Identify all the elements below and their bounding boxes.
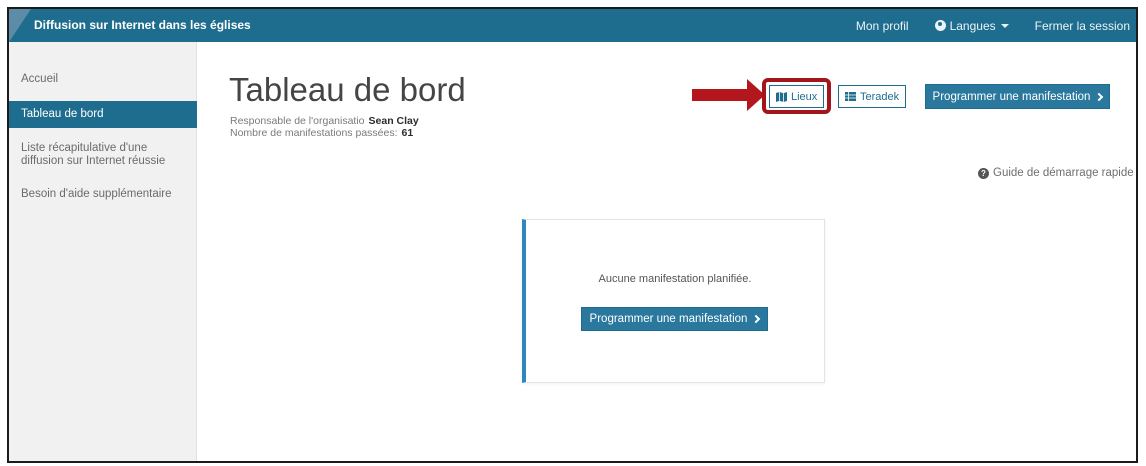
- top-navbar: Diffusion sur Internet dans les églises …: [9, 9, 1136, 42]
- teradek-label: Teradek: [860, 90, 900, 103]
- sidebar-item-dashboard[interactable]: Tableau de bord: [9, 101, 197, 128]
- brand-title[interactable]: Diffusion sur Internet dans les églises: [34, 18, 251, 32]
- grid-icon: [845, 92, 856, 101]
- page-title: Tableau de bord: [229, 71, 466, 108]
- quick-start-guide-label: Guide de démarrage rapide: [993, 167, 1134, 179]
- globe-icon: [934, 20, 946, 31]
- past-events-count: 61: [401, 127, 414, 139]
- lieux-label: Lieux: [791, 90, 818, 103]
- sidebar-item-accueil[interactable]: Accueil: [9, 73, 197, 86]
- quick-start-guide-link[interactable]: ? Guide de démarrage rapide: [978, 167, 1134, 179]
- annotation-arrow-shaft: [692, 89, 750, 101]
- map-icon: [776, 91, 787, 102]
- lieux-button[interactable]: Lieux: [769, 85, 825, 108]
- nav-right: Mon profil Langues Fermer la session: [856, 9, 1136, 42]
- empty-events-message: Aucune manifestation planifiée.: [598, 273, 752, 285]
- profile-link[interactable]: Mon profil: [856, 19, 909, 33]
- sidebar-item-checklist[interactable]: Liste récapitulative d'une diffusion sur…: [9, 142, 169, 168]
- card-schedule-event-button[interactable]: Programmer une manifestation: [581, 307, 768, 331]
- caret-down-icon: [1000, 23, 1009, 28]
- schedule-event-button[interactable]: Programmer une manifestation: [925, 84, 1110, 109]
- empty-events-card: Aucune manifestation planifiée. Programm…: [522, 219, 825, 383]
- app-window: Diffusion sur Internet dans les églises …: [7, 7, 1138, 463]
- languages-label: Langues: [949, 18, 996, 33]
- sidebar-item-help[interactable]: Besoin d'aide supplémentaire: [9, 188, 197, 201]
- logout-link[interactable]: Fermer la session: [1035, 19, 1130, 33]
- teradek-button[interactable]: Teradek: [838, 85, 907, 108]
- owner-line: Responsable de l'organisatio Sean Clay: [230, 115, 419, 127]
- past-events-line: Nombre de manifestations passées: 61: [230, 127, 413, 139]
- owner-name: Sean Clay: [368, 115, 419, 127]
- owner-label: Responsable de l'organisatio: [230, 115, 365, 127]
- past-events-label: Nombre de manifestations passées:: [230, 127, 398, 139]
- brand-accent: [9, 9, 31, 42]
- chevron-right-icon: [752, 314, 761, 324]
- help-circle-icon: ?: [978, 167, 989, 179]
- languages-dropdown[interactable]: Langues: [934, 18, 1009, 33]
- schedule-event-label: Programmer une manifestation: [932, 90, 1091, 103]
- card-schedule-event-label: Programmer une manifestation: [589, 313, 748, 325]
- sidebar: Accueil Tableau de bord Liste récapitula…: [9, 42, 197, 461]
- chevron-right-icon: [1095, 92, 1104, 101]
